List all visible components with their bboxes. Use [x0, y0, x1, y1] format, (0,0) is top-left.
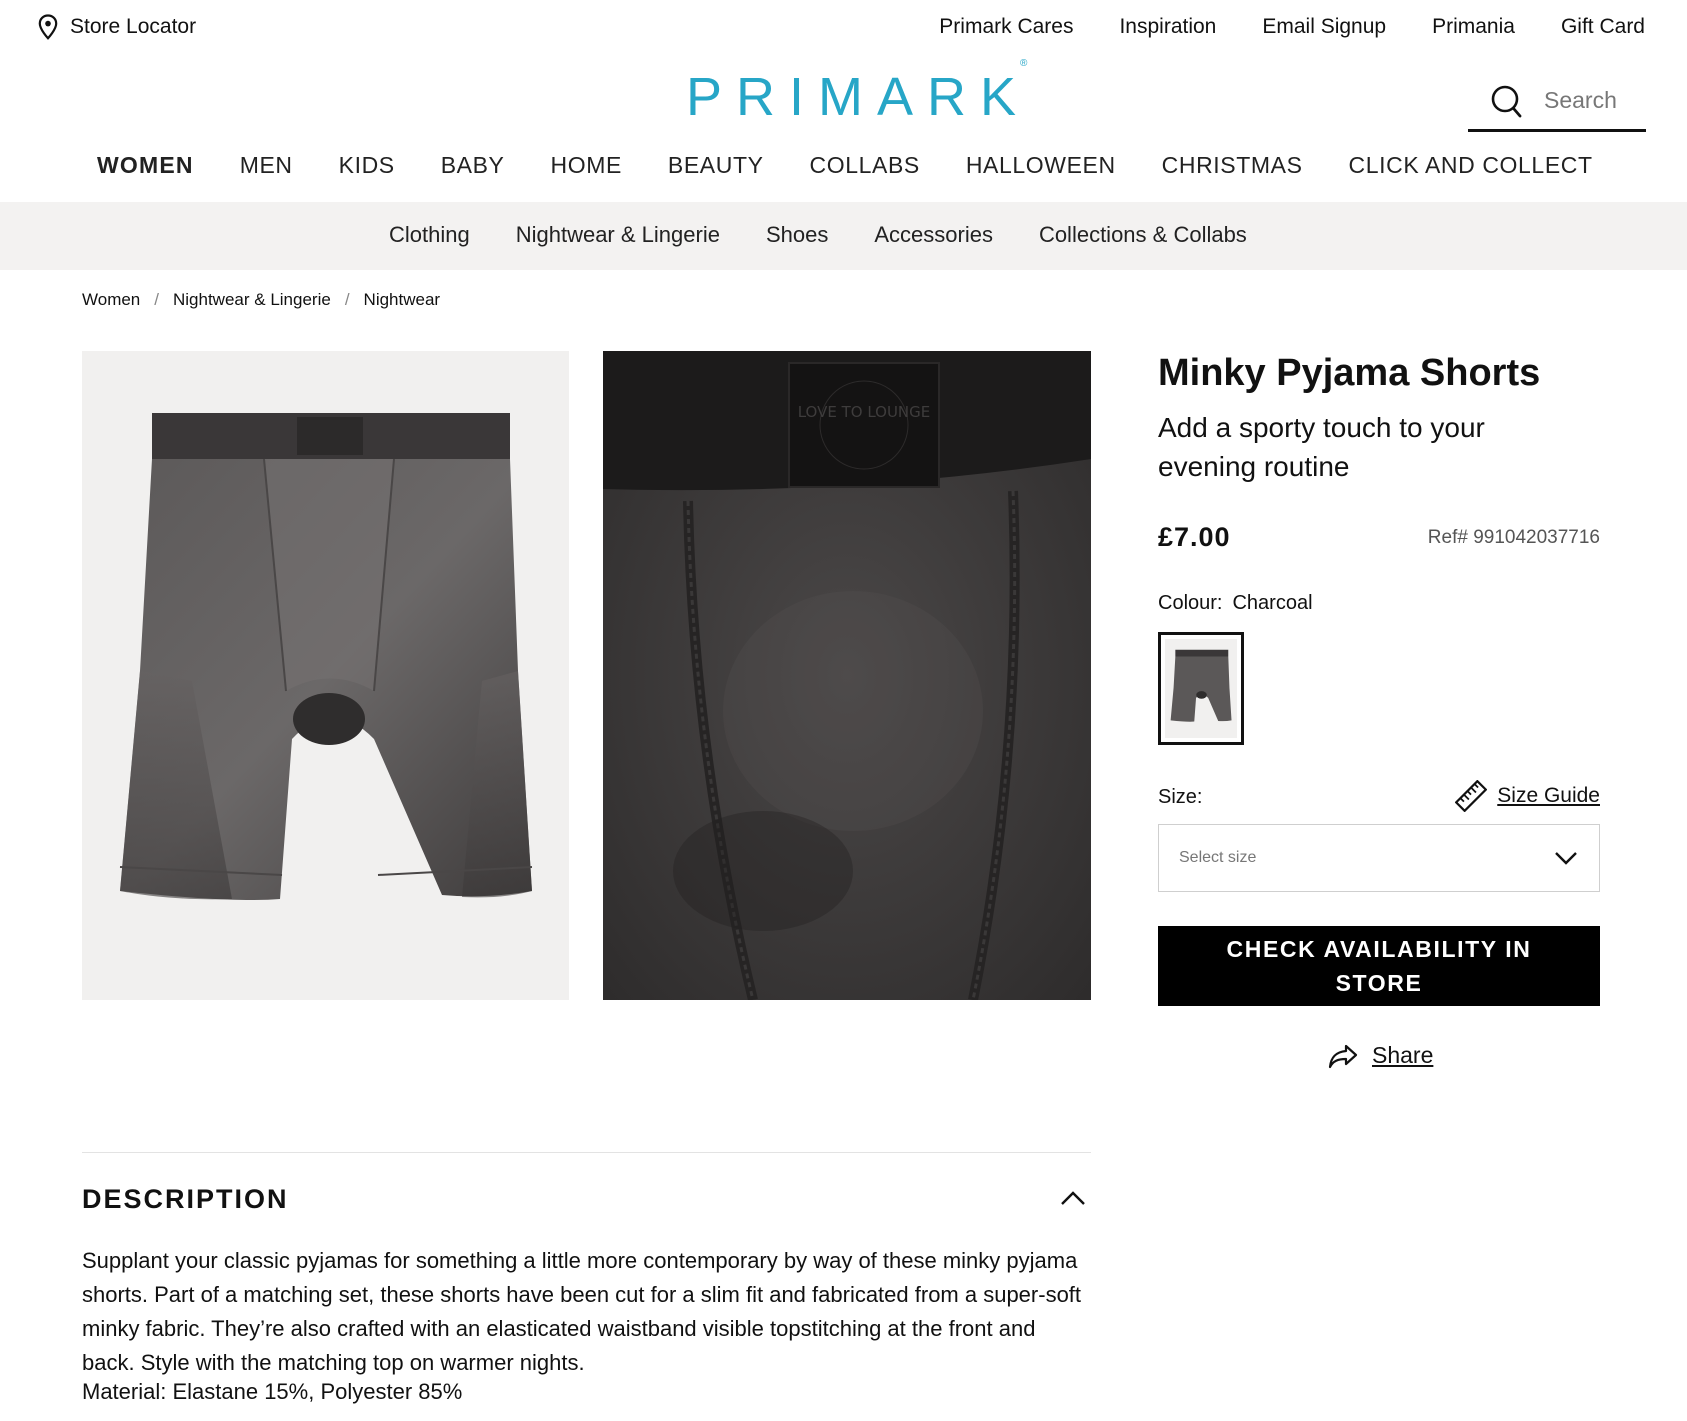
check-availability-button[interactable]: CHECK AVAILABILITY IN STORE — [1158, 926, 1600, 1006]
share-label: Share — [1372, 1042, 1434, 1068]
search-input[interactable]: Search — [1468, 72, 1646, 132]
product-image-front[interactable] — [82, 351, 569, 1000]
product-title: Minky Pyjama Shorts — [1158, 352, 1541, 394]
product-ref: Ref# 991042037716 — [1427, 527, 1600, 548]
nav-baby[interactable]: BABY — [441, 152, 505, 179]
search-placeholder: Search — [1544, 87, 1617, 113]
shorts-detail-illustration: LOVE TO LOUNGE — [603, 351, 1091, 1000]
size-select-placeholder: Select size — [1179, 849, 1257, 866]
nav-home[interactable]: HOME — [551, 152, 622, 179]
breadcrumb-separator: / — [344, 290, 350, 309]
subnav-shoes[interactable]: Shoes — [766, 222, 828, 248]
share-arrow-icon — [1328, 1044, 1358, 1068]
size-label: Size: — [1158, 786, 1203, 808]
store-locator-label: Store Locator — [70, 15, 197, 38]
link-email-signup[interactable]: Email Signup — [1262, 15, 1386, 39]
link-primania[interactable]: Primania — [1432, 15, 1515, 39]
map-pin-icon — [38, 14, 58, 40]
shorts-front-illustration — [119, 413, 533, 900]
chevron-up-icon — [1061, 1191, 1085, 1205]
chevron-down-icon — [1555, 852, 1577, 865]
subnav-collections-collabs[interactable]: Collections & Collabs — [1039, 222, 1247, 248]
breadcrumb: Women / Nightwear & Lingerie / Nightwear — [82, 290, 440, 310]
utility-bar: Store Locator Primark Cares Inspiration … — [0, 0, 1687, 55]
share-button[interactable]: Share — [1328, 1042, 1433, 1069]
subnav-accessories[interactable]: Accessories — [874, 222, 993, 248]
nav-christmas[interactable]: CHRISTMAS — [1162, 152, 1303, 179]
description-text: Supplant your classic pyjamas for someth… — [82, 1248, 1082, 1375]
main-navigation: WOMEN MEN KIDS BABY HOME BEAUTY COLLABS … — [97, 152, 1593, 179]
product-image-detail[interactable]: LOVE TO LOUNGE — [603, 351, 1091, 1000]
description-toggle-button[interactable] — [1058, 1186, 1088, 1210]
sub-navigation: Clothing Nightwear & Lingerie Shoes Acce… — [0, 202, 1687, 270]
breadcrumb-women[interactable]: Women — [82, 290, 140, 310]
colour-row: Colour: Charcoal — [1158, 592, 1313, 615]
search-icon — [1491, 85, 1522, 117]
store-locator-link[interactable]: Store Locator — [38, 14, 196, 40]
nav-collabs[interactable]: COLLABS — [810, 152, 920, 179]
primark-logo[interactable]: PRIMARK® — [686, 58, 1037, 128]
size-select[interactable]: Select size — [1158, 824, 1600, 892]
nav-men[interactable]: MEN — [240, 152, 293, 179]
nav-women[interactable]: WOMEN — [97, 152, 194, 179]
utility-links: Primark Cares Inspiration Email Signup P… — [939, 15, 1645, 39]
material-text: Material: Elastane 15%, Polyester 85% — [82, 1379, 463, 1404]
subnav-nightwear-lingerie[interactable]: Nightwear & Lingerie — [516, 222, 720, 248]
link-primark-cares[interactable]: Primark Cares — [939, 15, 1073, 39]
product-subtitle: Add a sporty touch to your evening routi… — [1158, 412, 1485, 482]
size-guide-label: Size Guide — [1497, 784, 1600, 807]
nav-beauty[interactable]: BEAUTY — [668, 152, 764, 179]
colour-label: Colour: — [1158, 592, 1223, 614]
nav-click-and-collect[interactable]: CLICK AND COLLECT — [1349, 152, 1593, 179]
subnav-clothing[interactable]: Clothing — [389, 222, 470, 248]
link-inspiration[interactable]: Inspiration — [1119, 15, 1216, 39]
product-price: £7.00 — [1158, 522, 1231, 552]
colour-value: Charcoal — [1232, 592, 1313, 614]
section-divider — [82, 1152, 1091, 1153]
size-guide-link[interactable]: Size Guide — [1455, 780, 1600, 812]
colour-swatch-charcoal[interactable] — [1158, 632, 1244, 745]
nav-halloween[interactable]: HALLOWEEN — [966, 152, 1116, 179]
swatch-thumbnail — [1170, 649, 1232, 722]
ruler-icon — [1455, 780, 1488, 812]
description-heading: DESCRIPTION — [82, 1184, 289, 1214]
breadcrumb-nightwear[interactable]: Nightwear — [364, 290, 441, 310]
nav-kids[interactable]: KIDS — [339, 152, 395, 179]
patch-text: LOVE TO LOUNGE — [798, 403, 931, 421]
breadcrumb-nightwear-lingerie[interactable]: Nightwear & Lingerie — [173, 290, 331, 310]
link-gift-card[interactable]: Gift Card — [1561, 15, 1645, 39]
breadcrumb-separator: / — [154, 290, 159, 309]
